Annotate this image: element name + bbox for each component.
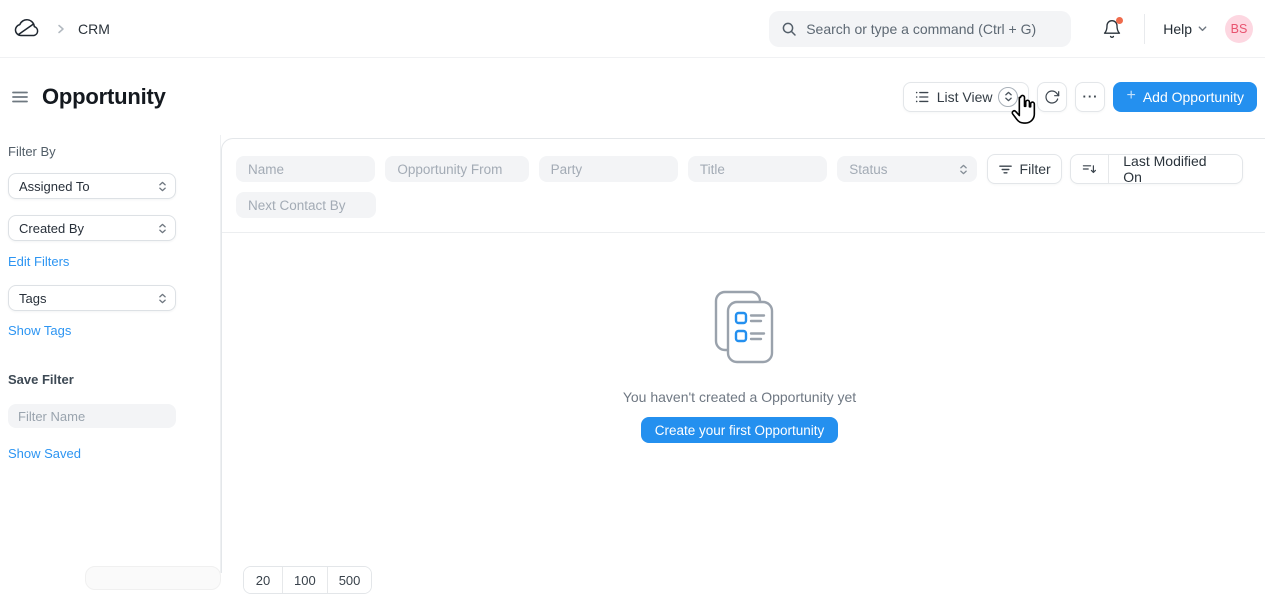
search-input[interactable] [806, 21, 1059, 37]
filter-name-input[interactable] [8, 404, 176, 428]
save-filter-label: Save Filter [8, 371, 212, 387]
page-header: Opportunity List View ··· + [0, 58, 1265, 135]
filter-by-label: Filter By [8, 143, 212, 159]
ellipsis-icon: ··· [1082, 89, 1098, 104]
filter-button-label: Filter [1020, 161, 1051, 177]
filter-sidebar: Filter By Assigned To Created By Edit Fi… [0, 135, 221, 573]
avatar-initials: BS [1231, 22, 1248, 36]
show-saved-link[interactable]: Show Saved [8, 446, 212, 462]
quick-filter-row: Name Opportunity From Party Title Status… [236, 154, 1243, 184]
empty-state-message: You haven't created a Opportunity yet [623, 389, 856, 405]
view-selector-button[interactable]: List View [903, 82, 1030, 112]
chevron-down-icon [1197, 23, 1208, 34]
create-first-opportunity-button[interactable]: Create your first Opportunity [641, 417, 839, 443]
page-title: Opportunity [42, 84, 166, 110]
help-menu-button[interactable]: Help [1163, 21, 1208, 37]
app-logo-icon[interactable] [10, 16, 42, 42]
opportunity-list-panel: Name Opportunity From Party Title Status… [221, 138, 1265, 573]
refresh-button[interactable] [1037, 82, 1067, 112]
content-region: Filter By Assigned To Created By Edit Fi… [0, 135, 1265, 573]
title-filter-field[interactable]: Title [688, 156, 827, 182]
page-size-selector: 20 100 500 [243, 566, 372, 594]
page-size-100[interactable]: 100 [282, 567, 327, 593]
sidebar-tooltip-edge [85, 566, 221, 590]
party-placeholder: Party [551, 162, 583, 177]
notifications-button[interactable] [1102, 19, 1122, 39]
add-opportunity-button[interactable]: + Add Opportunity [1113, 82, 1257, 112]
assigned-to-label: Assigned To [19, 179, 90, 194]
notification-dot [1116, 17, 1123, 24]
empty-documents-icon [705, 289, 775, 367]
chevron-up-down-icon [158, 223, 167, 234]
tags-label: Tags [19, 291, 46, 306]
list-controls: Filter Last Modified On [987, 154, 1243, 184]
chevron-up-down-icon [158, 293, 167, 304]
add-opportunity-label: Add Opportunity [1143, 89, 1244, 105]
filter-icon [998, 162, 1013, 177]
page-size-20[interactable]: 20 [244, 567, 282, 593]
edit-filters-link[interactable]: Edit Filters [8, 254, 212, 270]
title-placeholder: Title [700, 162, 725, 177]
page-size-500[interactable]: 500 [327, 567, 372, 593]
party-filter-field[interactable]: Party [539, 156, 678, 182]
sort-icon[interactable] [1071, 155, 1109, 183]
assigned-to-select[interactable]: Assigned To [8, 173, 176, 199]
opportunity-from-placeholder: Opportunity From [397, 162, 502, 177]
chevron-up-down-icon [1004, 91, 1013, 102]
show-tags-link[interactable]: Show Tags [8, 323, 212, 339]
list-view-icon [914, 89, 930, 105]
empty-state: You haven't created a Opportunity yet Cr… [236, 289, 1243, 443]
filter-button[interactable]: Filter [987, 154, 1062, 184]
more-options-button[interactable]: ··· [1075, 82, 1105, 112]
chevron-up-down-icon [158, 181, 167, 192]
sort-field-label[interactable]: Last Modified On [1109, 155, 1242, 183]
name-filter-placeholder: Name [248, 162, 284, 177]
chevron-up-down-icon [959, 164, 968, 175]
top-navbar: CRM Help BS [0, 0, 1265, 58]
help-label: Help [1163, 21, 1192, 37]
topbar-right-group: Help BS [769, 11, 1253, 47]
search-icon [781, 21, 797, 37]
refresh-icon [1044, 89, 1060, 105]
tags-select[interactable]: Tags [8, 285, 176, 311]
plus-icon: + [1126, 87, 1135, 105]
status-filter-select[interactable]: Status [837, 156, 976, 182]
view-selector-label: List View [937, 89, 993, 105]
name-filter-field[interactable]: Name [236, 156, 375, 182]
global-search[interactable] [769, 11, 1071, 47]
user-avatar[interactable]: BS [1225, 15, 1253, 43]
quick-filter-row-2: Next Contact By [236, 190, 1243, 220]
breadcrumb[interactable]: CRM [78, 21, 110, 37]
created-by-select[interactable]: Created By [8, 215, 176, 241]
panel-divider [222, 232, 1265, 233]
opportunity-from-filter-field[interactable]: Opportunity From [385, 156, 528, 182]
topbar-divider [1144, 14, 1145, 44]
next-contact-by-placeholder: Next Contact By [248, 198, 346, 213]
created-by-label: Created By [19, 221, 84, 236]
header-actions: List View ··· + Add Opportunity [903, 82, 1257, 112]
next-contact-by-filter-field[interactable]: Next Contact By [236, 192, 376, 218]
status-placeholder: Status [849, 162, 887, 177]
sort-button[interactable]: Last Modified On [1070, 154, 1243, 184]
view-selector-dropdown-toggle[interactable] [998, 87, 1018, 107]
breadcrumb-chevron-icon [56, 24, 66, 34]
sidebar-toggle-button[interactable] [8, 85, 32, 109]
hamburger-icon [10, 87, 30, 107]
